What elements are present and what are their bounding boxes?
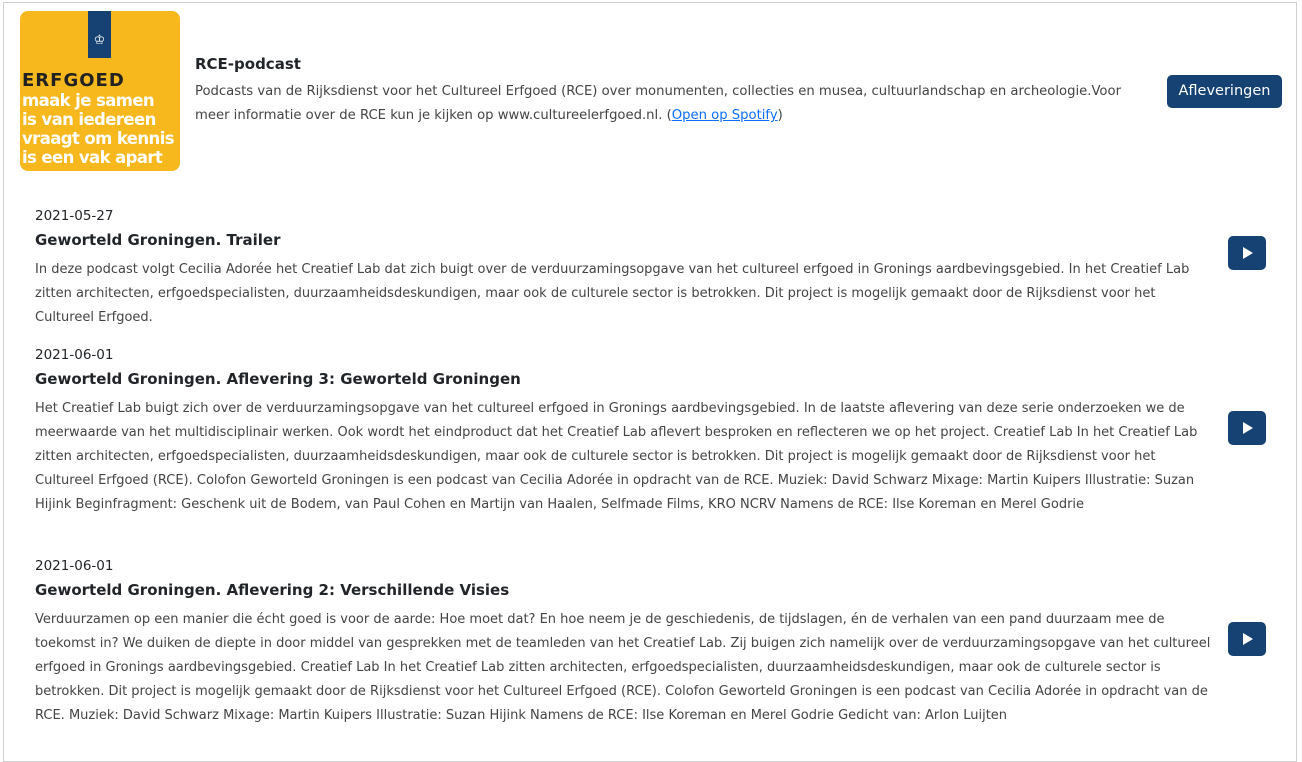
episode-title: Geworteld Groningen. Aflevering 2: Versc… (35, 581, 510, 599)
podcast-title: RCE-podcast (195, 55, 301, 73)
play-icon (1243, 633, 1253, 645)
episodes-button[interactable]: Afleveringen (1167, 75, 1282, 108)
episode-title: Geworteld Groningen. Aflevering 3: Gewor… (35, 370, 521, 388)
cover-brand-text: ERFGOED (22, 70, 125, 91)
episode-date: 2021-06-01 (35, 347, 114, 363)
cover-slogan: maak je samen is van iedereen vraagt om … (22, 91, 178, 167)
podcast-description-end: ) (777, 108, 783, 123)
episode-description: Het Creatief Lab buigt zich over de verd… (35, 401, 1198, 512)
cover-slogan-line: is van iedereen (22, 110, 156, 129)
play-button[interactable] (1228, 622, 1266, 656)
play-button[interactable] (1228, 411, 1266, 445)
play-button[interactable] (1228, 236, 1266, 270)
episode-description: Verduurzamen op een manier die écht goed… (35, 612, 1211, 723)
episode-date: 2021-05-27 (35, 208, 114, 224)
play-icon (1243, 422, 1253, 434)
podcast-cover-image: ♔ ERFGOED maak je samen is van iedereen … (20, 11, 180, 171)
podcast-header: ♔ ERFGOED maak je samen is van iedereen … (20, 11, 1282, 171)
cover-slogan-line: maak je samen (22, 91, 155, 110)
podcast-description-text: Podcasts van de Rijksdienst voor het Cul… (195, 84, 1121, 123)
cover-slogan-line: vraagt om kennis (22, 129, 175, 148)
episode-description: In deze podcast volgt Cecilia Adorée het… (35, 262, 1190, 325)
play-icon (1243, 247, 1253, 259)
podcast-description: Podcasts van de Rijksdienst voor het Cul… (195, 80, 1125, 128)
episode-title: Geworteld Groningen. Trailer (35, 231, 281, 249)
cover-slogan-line: is een vak apart (22, 148, 163, 167)
episode-date: 2021-06-01 (35, 558, 114, 574)
spotify-link[interactable]: Open op Spotify (672, 108, 778, 123)
royal-crest-icon: ♔ (93, 33, 106, 48)
